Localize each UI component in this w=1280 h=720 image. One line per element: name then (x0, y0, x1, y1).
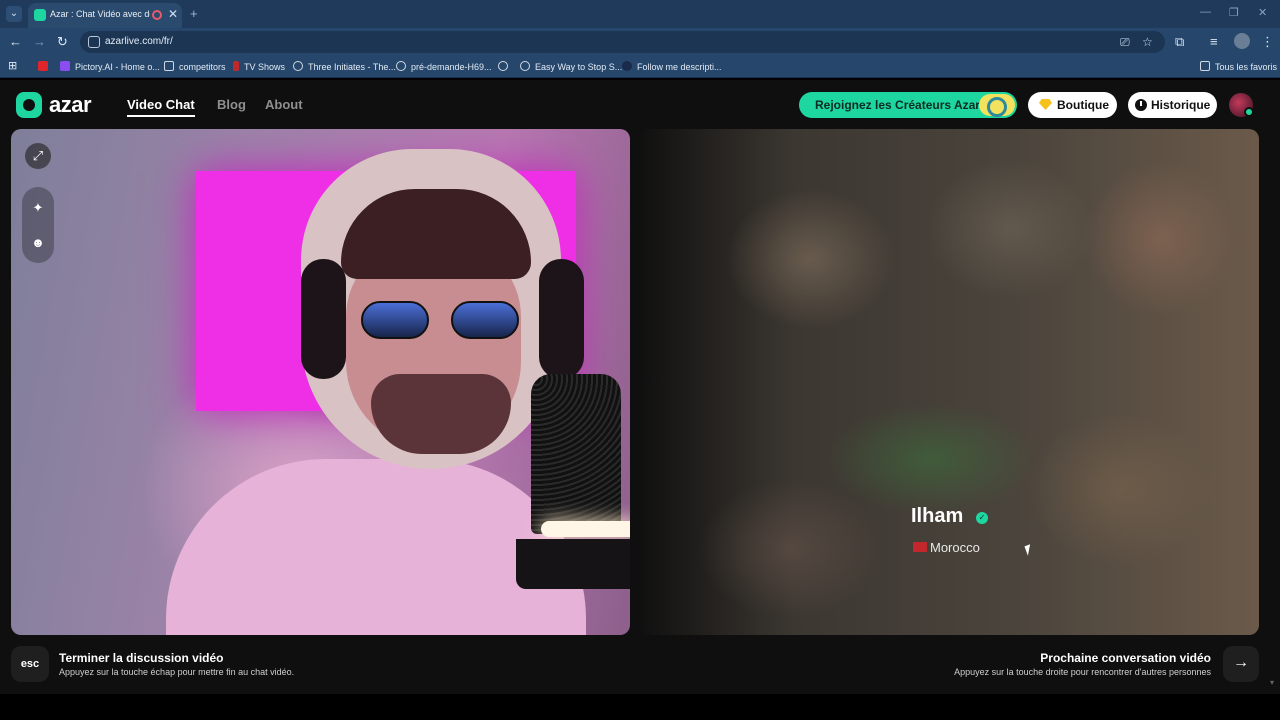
bookmark-icon (622, 61, 632, 71)
bookmark-icon (60, 61, 70, 71)
nav-blog[interactable]: Blog (217, 97, 246, 112)
expand-icon[interactable]: ⤢ (25, 143, 51, 169)
sparkle-icon[interactable]: ✦ (25, 195, 51, 221)
headphone-left (301, 259, 346, 379)
end-chat-hint: Appuyez sur la touche échap pour mettre … (59, 667, 295, 677)
bookmark-pictory[interactable]: Pictory.AI - Home o... (60, 61, 160, 72)
verified-icon: ✓ (976, 512, 988, 524)
microphone (531, 374, 621, 534)
browser-toolbar: ← → ↻ azarlive.com/fr/ ⎚ ☆ ⧉ ≡ ⋮ (0, 28, 1280, 56)
local-video: ⤢ ✦ ☻ (11, 129, 630, 635)
sunglasses (356, 301, 526, 341)
address-bar[interactable]: azarlive.com/fr/ ⎚ ☆ (80, 31, 1165, 53)
azar-logo-icon (16, 92, 42, 118)
morocco-flag-icon (913, 542, 927, 552)
nav-video-chat[interactable]: Video Chat (127, 97, 195, 112)
azar-favicon-icon (34, 9, 46, 21)
microphone-light (541, 521, 630, 537)
person-beard (371, 374, 511, 454)
peer-name: Ilham (911, 505, 964, 527)
peer-country: Morocco (913, 540, 980, 555)
folder-icon (1200, 61, 1210, 71)
apps-grid-icon[interactable]: ⊞ (8, 59, 17, 72)
online-badge-icon (1244, 107, 1254, 117)
mouse-cursor-icon (1024, 544, 1034, 556)
join-creators-button[interactable]: Rejoignez les Créateurs Azar (799, 92, 1017, 118)
taskbar-area (0, 694, 1280, 720)
face-filter-icon[interactable]: ☻ (25, 230, 51, 256)
window-close-icon[interactable]: ✕ (1258, 6, 1267, 19)
creators-badge-icon (979, 94, 1015, 117)
reload-icon[interactable]: ↻ (57, 34, 68, 50)
profile-avatar[interactable] (1234, 33, 1250, 49)
shop-button[interactable]: Boutique (1028, 92, 1117, 118)
address-url: azarlive.com/fr/ (105, 36, 173, 47)
bookmark-follow-me[interactable]: Follow me descripti... (622, 61, 722, 72)
bookmark-star-icon[interactable]: ☆ (1142, 35, 1153, 49)
azar-page: azar Video Chat Blog About Rejoignez les… (0, 80, 1280, 694)
back-icon[interactable]: ← (9, 34, 22, 49)
next-chat-hint: Appuyez sur la touche droite pour rencon… (954, 667, 1211, 677)
tab-title: Azar : Chat Vidéo avec de n (50, 9, 150, 19)
tab-close-icon[interactable]: ✕ (168, 7, 178, 21)
globe-icon (520, 61, 530, 71)
tab-search-icon[interactable]: ⌄ (6, 6, 22, 22)
extensions-icon[interactable]: ⧉ (1175, 34, 1184, 50)
globe-icon (498, 61, 508, 71)
site-info-icon[interactable] (88, 36, 100, 48)
bookmark-icon (233, 61, 239, 71)
all-bookmarks[interactable]: Tous les favoris (1200, 61, 1277, 72)
microphone-base (516, 539, 630, 589)
scroll-down-icon[interactable]: ▾ (1270, 678, 1274, 687)
end-chat-title: Terminer la discussion vidéo (59, 651, 224, 665)
history-button[interactable]: Historique (1128, 92, 1217, 118)
headphone-right (539, 259, 584, 379)
join-creators-label: Rejoignez les Créateurs Azar (815, 98, 980, 112)
bookmark-youtube[interactable] (38, 61, 53, 72)
clock-icon (1135, 99, 1147, 111)
bookmark-pre-demande[interactable]: pré-demande-H69... (396, 61, 492, 72)
bookmark-easy-way[interactable]: Easy Way to Stop S... (520, 61, 622, 72)
browser-tab-bar: ⌄ Azar : Chat Vidéo avec de n ✕ + — ❐ ✕ (0, 0, 1280, 28)
restore-icon[interactable]: ❐ (1229, 6, 1239, 19)
folder-icon (164, 61, 174, 71)
bookmark-tv-shows[interactable]: TV Shows (233, 61, 285, 72)
browser-tab[interactable]: Azar : Chat Vidéo avec de n ✕ (28, 3, 182, 28)
logo-text: azar (49, 92, 92, 117)
forward-icon[interactable]: → (33, 34, 46, 49)
nav-about[interactable]: About (265, 97, 303, 112)
nav-active-underline (127, 115, 195, 117)
globe-icon (396, 61, 406, 71)
next-chat-title: Prochaine conversation vidéo (1040, 651, 1211, 665)
new-tab-icon[interactable]: + (190, 6, 198, 21)
bookmark-three-initiates[interactable]: Three Initiates - The... (293, 61, 396, 72)
minimize-icon[interactable]: — (1200, 6, 1211, 18)
recording-icon (152, 10, 162, 20)
media-control-icon[interactable]: ≡ (1210, 34, 1218, 49)
bookmark-competitors[interactable]: competitors (164, 61, 226, 72)
shop-label: Boutique (1057, 98, 1109, 112)
install-app-icon[interactable]: ⎚ (1120, 35, 1130, 50)
menu-icon[interactable]: ⋮ (1261, 34, 1274, 50)
esc-key-button[interactable]: esc (11, 646, 49, 682)
bookmarks-bar: ⊞ Pictory.AI - Home o... competitors TV … (0, 56, 1280, 78)
next-arrow-button[interactable]: → (1223, 646, 1259, 682)
bookmark-globe-blank[interactable] (498, 61, 513, 72)
diamond-icon (1039, 99, 1052, 110)
history-label: Historique (1151, 98, 1211, 112)
globe-icon (293, 61, 303, 71)
remote-video: Ilham ✓ Morocco (640, 129, 1259, 635)
